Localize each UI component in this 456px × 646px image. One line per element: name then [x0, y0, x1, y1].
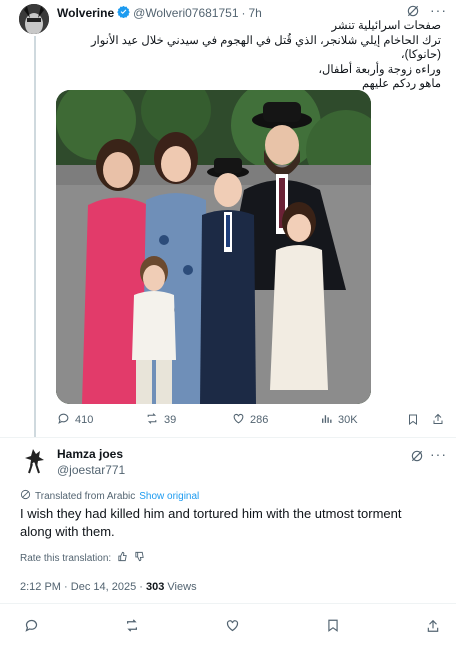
action-bar	[0, 618, 456, 636]
share-icon[interactable]	[426, 618, 440, 639]
repost-button[interactable]: 39	[145, 412, 176, 428]
tweet-text-line: وراءه زوجة وأربعة أطفال،	[318, 63, 441, 76]
tweet-text-line: صفحات اسرائيلية تنشر	[331, 20, 442, 32]
repost-count: 39	[164, 414, 177, 426]
views-count: 30K	[338, 414, 358, 426]
divider	[0, 437, 456, 438]
timestamp-line: 2:12 PM · Dec 14, 2025 · 303 Views	[20, 581, 197, 593]
bookmark-icon[interactable]	[407, 413, 419, 431]
like-icon[interactable]	[225, 618, 240, 638]
more-icon[interactable]: ···	[430, 2, 447, 18]
views-label: Views	[167, 581, 197, 593]
repost-icon[interactable]	[124, 618, 140, 638]
tweet-text: I wish they had killed him and tortured …	[20, 506, 402, 539]
avatar[interactable]	[19, 4, 49, 34]
show-original-link[interactable]: Show original	[139, 491, 199, 502]
translate-icon	[20, 489, 31, 503]
repost-icon	[145, 412, 159, 428]
translated-label: Translated from Arabic	[35, 490, 136, 502]
thumbs-up-icon[interactable]	[117, 551, 128, 565]
post-date[interactable]: Dec 14, 2025	[71, 581, 136, 593]
reply-count: 410	[75, 414, 94, 426]
tweet-text-line: ترك الحاخام إيلي شلانجر، الذي قُتل في ال…	[90, 34, 441, 62]
bookmark-icon[interactable]	[326, 618, 340, 638]
like-icon	[232, 412, 245, 428]
reply-icon[interactable]	[24, 618, 39, 638]
like-count: 286	[250, 414, 269, 426]
separator: ·	[241, 6, 246, 20]
avatar[interactable]	[19, 446, 49, 476]
post-time[interactable]: 2:12 PM	[20, 581, 61, 593]
tweet-photo[interactable]	[56, 90, 371, 404]
reply-icon	[57, 412, 70, 428]
views-button[interactable]: 30K	[320, 412, 358, 428]
tweet-text: صفحات اسرائيلية تنشر ترك الحاخام إيلي شل…	[57, 19, 441, 92]
views-icon	[320, 412, 333, 428]
handle[interactable]: @joestar771	[57, 463, 125, 477]
like-button[interactable]: 286	[232, 412, 268, 428]
grok-icon[interactable]	[410, 449, 424, 468]
rate-label: Rate this translation:	[20, 552, 112, 564]
reply-button[interactable]: 410	[57, 412, 93, 428]
more-icon[interactable]: ···	[430, 446, 447, 462]
rate-translation: Rate this translation:	[20, 551, 145, 565]
timestamp[interactable]: 7h	[249, 6, 262, 20]
display-name[interactable]: Wolverine	[57, 6, 114, 20]
translation-bar: Translated from Arabic Show original	[20, 489, 199, 503]
handle[interactable]: @Wolveri07681751	[133, 6, 238, 20]
views-count: 303	[146, 581, 165, 593]
thumbs-down-icon[interactable]	[134, 551, 145, 565]
tweet-header: Hamza joes @joestar771	[57, 447, 125, 477]
share-icon[interactable]	[432, 412, 444, 431]
display-name[interactable]: Hamza joes	[57, 447, 125, 461]
divider	[0, 603, 456, 604]
thread-line	[34, 36, 36, 438]
